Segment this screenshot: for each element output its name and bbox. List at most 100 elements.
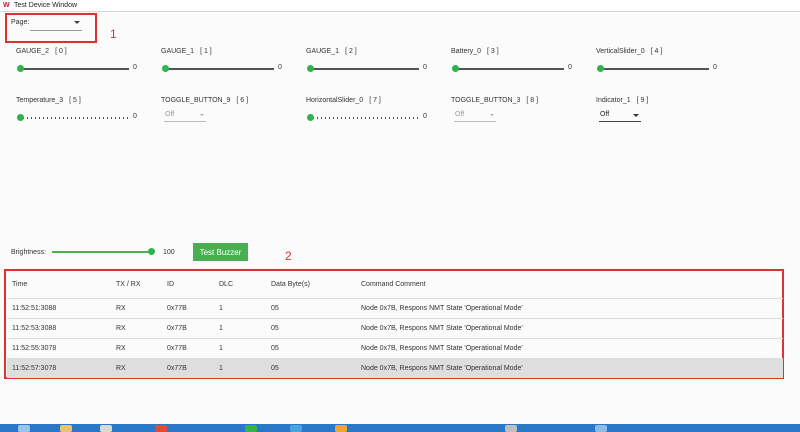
cell-dlc: 1 bbox=[219, 325, 223, 332]
cell-txrx: RX bbox=[116, 325, 126, 332]
toggle-dropdown[interactable]: Off bbox=[164, 109, 206, 122]
control-slider[interactable] bbox=[597, 65, 709, 73]
control-index: [ 1 ] bbox=[200, 48, 212, 55]
column-header-id[interactable]: ID bbox=[167, 281, 174, 288]
page-select[interactable] bbox=[30, 17, 82, 31]
control-label: GAUGE_1 bbox=[306, 48, 340, 55]
control-value: 0 bbox=[133, 64, 137, 71]
control-index: [ 9 ] bbox=[636, 97, 649, 104]
slider-thumb[interactable] bbox=[17, 65, 24, 72]
cell-time: 11:52:51:3088 bbox=[12, 305, 57, 312]
cell-command-comment: Node 0x7B, Respons NMT State 'Operationa… bbox=[361, 305, 523, 312]
control-label: VerticalSlider_0 bbox=[596, 48, 645, 55]
taskbar-app-icon[interactable] bbox=[18, 425, 30, 432]
cell-dlc: 1 bbox=[219, 345, 223, 352]
control-index: [ 0 ] bbox=[55, 48, 67, 55]
control-index: [ 3 ] bbox=[486, 48, 499, 55]
control-label: HorizontalSlider_0 bbox=[306, 97, 364, 104]
cell-command-comment: Node 0x7B, Respons NMT State 'Operationa… bbox=[361, 325, 523, 332]
control-label: GAUGE_2 bbox=[16, 48, 50, 55]
test-buzzer-button[interactable]: Test Buzzer bbox=[193, 243, 248, 261]
cell-time: 11:52:53:3088 bbox=[12, 325, 57, 332]
indicator-dropdown[interactable]: Off bbox=[599, 109, 641, 122]
control-label: GAUGE_1 bbox=[161, 48, 195, 55]
control-battery-0: Battery_0 [ 3 ] 0 bbox=[451, 48, 581, 88]
table-row[interactable]: 11:52:55:3078 RX 0x77B 1 05 Node 0x7B, R… bbox=[7, 338, 783, 358]
dropdown-value: Off bbox=[455, 111, 465, 118]
cell-id: 0x77B bbox=[167, 345, 187, 352]
control-slider[interactable] bbox=[452, 65, 564, 73]
cell-txrx: RX bbox=[116, 365, 126, 372]
brightness-track bbox=[52, 251, 152, 253]
taskbar-app-icon[interactable] bbox=[505, 425, 517, 432]
annotation-number-1: 1 bbox=[110, 27, 117, 41]
taskbar-app-icon[interactable] bbox=[60, 425, 72, 432]
table-row[interactable]: 11:52:51:3088 RX 0x77B 1 05 Node 0x7B, R… bbox=[7, 298, 783, 318]
brightness-label: Brightness: bbox=[11, 249, 47, 256]
slider-thumb[interactable] bbox=[307, 65, 314, 72]
control-index: [ 7 ] bbox=[369, 97, 381, 104]
taskbar-app-icon[interactable] bbox=[595, 425, 607, 432]
control-index: [ 4 ] bbox=[650, 48, 663, 55]
taskbar-app-icon[interactable] bbox=[245, 425, 257, 432]
cell-command-comment: Node 0x7B, Respons NMT State 'Operationa… bbox=[361, 345, 523, 352]
control-slider[interactable] bbox=[17, 114, 129, 122]
taskbar-app-icon[interactable] bbox=[335, 425, 347, 432]
taskbar-app-icon[interactable] bbox=[100, 425, 112, 432]
control-slider[interactable] bbox=[17, 65, 129, 73]
slider-thumb[interactable] bbox=[452, 65, 459, 72]
cell-data-bytes: 05 bbox=[271, 345, 279, 352]
column-header-data-bytes[interactable]: Data Byte(s) bbox=[271, 281, 310, 288]
column-header-time[interactable]: Time bbox=[12, 281, 27, 288]
page-label: Page: bbox=[11, 19, 30, 26]
control-indicator-1: Indicator_1 [ 9 ] Off bbox=[596, 97, 726, 137]
cell-dlc: 1 bbox=[219, 365, 223, 372]
control-slider[interactable] bbox=[307, 65, 419, 73]
column-header-txrx[interactable]: TX / RX bbox=[116, 281, 141, 288]
control-label: TOGGLE_BUTTON_3 bbox=[451, 97, 521, 104]
slider-thumb[interactable] bbox=[148, 248, 155, 255]
slider-thumb[interactable] bbox=[597, 65, 604, 72]
control-value: 0 bbox=[713, 64, 717, 71]
control-gauge-1-b: GAUGE_1 [ 2 ] 0 bbox=[306, 48, 436, 88]
title-bar: W Test Device Window bbox=[0, 0, 800, 12]
slider-thumb[interactable] bbox=[307, 114, 314, 121]
control-index: [ 2 ] bbox=[345, 48, 357, 55]
control-value: 0 bbox=[133, 113, 137, 120]
cell-command-comment: Node 0x7B, Respons NMT State 'Operationa… bbox=[361, 365, 523, 372]
control-gauge-1-a: GAUGE_1 [ 1 ] 0 bbox=[161, 48, 291, 88]
toggle-dropdown[interactable]: Off bbox=[454, 109, 496, 122]
control-label: Battery_0 bbox=[451, 48, 481, 55]
cell-id: 0x77B bbox=[167, 325, 187, 332]
brightness-slider[interactable] bbox=[52, 248, 155, 256]
test-device-window: W Test Device Window 1 Page: GAUGE_2 [ 0 … bbox=[0, 0, 800, 424]
control-slider[interactable] bbox=[162, 65, 274, 73]
annotation-number-2: 2 bbox=[285, 249, 292, 263]
control-label: TOGGLE_BUTTON_9 bbox=[161, 97, 231, 104]
table-row[interactable]: 11:52:53:3088 RX 0x77B 1 05 Node 0x7B, R… bbox=[7, 318, 783, 338]
taskbar-app-icon[interactable] bbox=[155, 425, 167, 432]
table-row-selected[interactable]: 11:52:57:3078 RX 0x77B 1 05 Node 0x7B, R… bbox=[7, 358, 783, 378]
taskbar bbox=[0, 424, 800, 432]
brightness-value: 100 bbox=[163, 249, 175, 256]
column-header-command-comment[interactable]: Command Comment bbox=[361, 281, 426, 288]
slider-thumb[interactable] bbox=[17, 114, 24, 121]
control-verticalslider-0: VerticalSlider_0 [ 4 ] 0 bbox=[596, 48, 726, 88]
control-temperature-3: Temperature_3 [ 5 ] 0 bbox=[16, 97, 146, 137]
control-label: Temperature_3 bbox=[16, 97, 64, 104]
taskbar-app-icon[interactable] bbox=[290, 425, 302, 432]
slider-thumb[interactable] bbox=[162, 65, 169, 72]
chevron-down-icon bbox=[490, 114, 494, 116]
control-toggle-button-3: TOGGLE_BUTTON_3 [ 8 ] Off bbox=[451, 97, 581, 137]
column-header-dlc[interactable]: DLC bbox=[219, 281, 233, 288]
control-toggle-button-9: TOGGLE_BUTTON_9 [ 6 ] Off bbox=[161, 97, 291, 137]
cell-time: 11:52:57:3078 bbox=[12, 365, 57, 372]
app-logo-icon: W bbox=[3, 2, 10, 9]
window-title: Test Device Window bbox=[14, 2, 78, 9]
control-slider[interactable] bbox=[307, 114, 419, 122]
chevron-down-icon bbox=[633, 114, 639, 117]
dropdown-value: Off bbox=[165, 111, 175, 118]
control-value: 0 bbox=[423, 113, 427, 120]
control-index: [ 5 ] bbox=[69, 97, 81, 104]
cell-data-bytes: 05 bbox=[271, 305, 279, 312]
